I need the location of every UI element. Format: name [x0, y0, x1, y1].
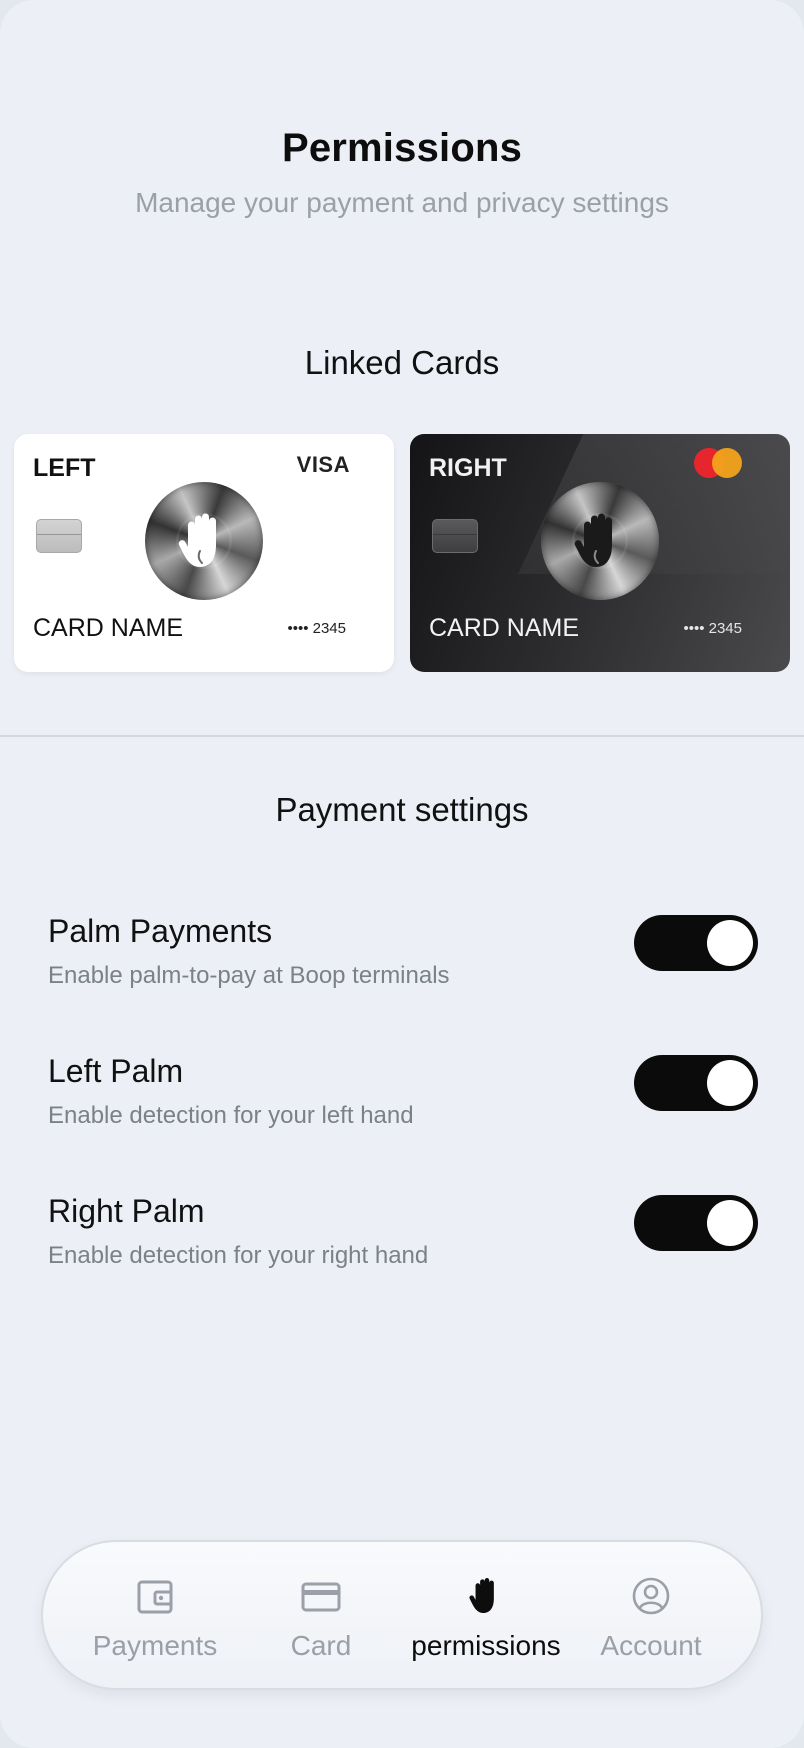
right-palm-toggle[interactable]: [634, 1195, 758, 1251]
card-number: •••• 2345: [287, 620, 346, 637]
chip-icon: [432, 519, 478, 553]
nav-item-card[interactable]: Card: [236, 1574, 406, 1662]
palm-disc: [145, 482, 263, 600]
card-right[interactable]: RIGHT CARD NAME •••• 2345: [410, 434, 790, 672]
palm-icon: [574, 513, 612, 567]
wallet-icon: [137, 1580, 173, 1614]
left-palm-toggle[interactable]: [634, 1055, 758, 1111]
card-number: •••• 2345: [683, 620, 742, 637]
card-name: CARD NAME: [33, 614, 184, 642]
nav-item-account[interactable]: Account: [566, 1574, 736, 1662]
nav-label: Payments: [92, 1630, 218, 1661]
page-header: Permissions Manage your payment and priv…: [0, 126, 804, 219]
card-name: CARD NAME: [429, 614, 580, 642]
nav-item-payments[interactable]: Payments: [70, 1574, 240, 1662]
card-side-label: RIGHT: [429, 454, 507, 482]
mastercard-icon: [694, 448, 742, 478]
page-subtitle: Manage your payment and privacy settings: [135, 187, 669, 218]
mastercard-orange-circle: [712, 448, 742, 478]
card-icon: [301, 1582, 341, 1612]
card-left[interactable]: LEFT VISA CARD NAME •••• 2345: [14, 434, 394, 672]
user-circle-icon: [632, 1577, 670, 1615]
setting-left-palm: Left Palm Enable detection for your left…: [48, 1053, 758, 1133]
toggle-knob: [707, 1060, 753, 1106]
palm-payments-toggle[interactable]: [634, 915, 758, 971]
payment-settings-title: Payment settings: [275, 791, 529, 828]
setting-palm-payments: Palm Payments Enable palm-to-pay at Boop…: [48, 913, 758, 993]
nav-label: Account: [600, 1630, 702, 1661]
setting-right-palm: Right Palm Enable detection for your rig…: [48, 1193, 758, 1273]
visa-logo: VISA: [296, 452, 350, 477]
bottom-nav: Payments Card permissions Account: [41, 1540, 763, 1690]
nav-item-permissions[interactable]: permissions: [401, 1574, 571, 1662]
toggle-knob: [707, 920, 753, 966]
page-title: Permissions: [281, 126, 523, 170]
palm-icon: [469, 1578, 494, 1613]
nav-label: permissions: [411, 1630, 561, 1661]
linked-cards-title: Linked Cards: [304, 344, 500, 381]
nav-label: Card: [290, 1630, 352, 1661]
section-divider: [0, 735, 804, 737]
card-side-label: LEFT: [33, 454, 96, 482]
palm-icon: [178, 513, 216, 567]
permissions-screen: Permissions Manage your payment and priv…: [0, 0, 804, 1748]
chip-icon: [36, 519, 82, 553]
palm-disc: [541, 482, 659, 600]
toggle-knob: [707, 1200, 753, 1246]
